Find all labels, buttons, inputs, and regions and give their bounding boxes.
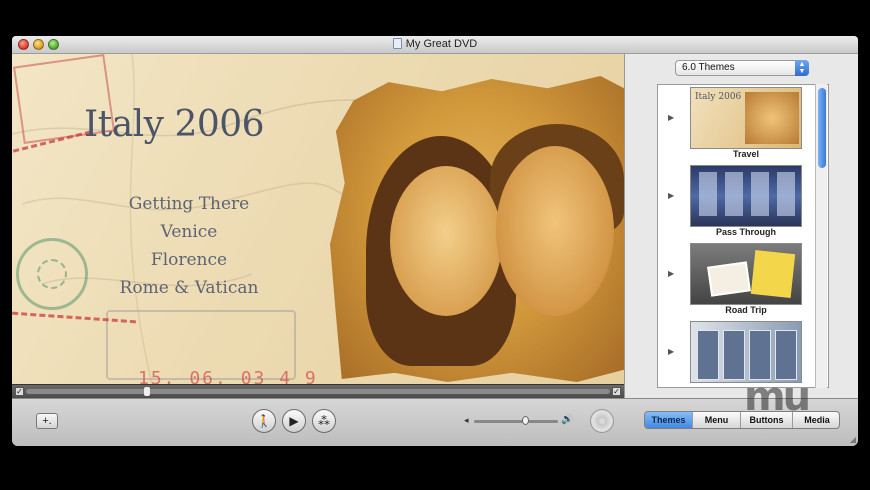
thumb-sticky-note: [750, 250, 796, 298]
theme-label-road-trip: Road Trip: [725, 305, 767, 315]
motion-button[interactable]: 🚶: [252, 409, 276, 433]
postmark-date: 15. 06. 03 4 9: [138, 368, 318, 384]
scrubber-track[interactable]: [26, 389, 610, 394]
menu-title[interactable]: Italy 2006: [84, 104, 265, 145]
theme-list[interactable]: ▶ Italy 2006 Travel ▶ Pass Through ▶ Roa…: [657, 84, 829, 388]
couple-photo[interactable]: [330, 76, 624, 382]
volume-high-icon: 🔊: [561, 414, 574, 425]
bottom-toolbar: +. 🚶 ▶ ⁂ ◂ 🔊 Themes Menu Buttons Media ◢: [12, 398, 858, 446]
themes-panel: 6.0 Themes ▲ ▼ ▶ Italy 2006 Travel ▶ Pas…: [624, 54, 858, 398]
play-button[interactable]: ▶: [282, 409, 306, 433]
theme-thumbnail-road-trip[interactable]: [690, 243, 802, 305]
tab-themes[interactable]: Themes: [645, 412, 693, 428]
top-letterbox: [0, 0, 870, 36]
theme-list-scrollbar[interactable]: [815, 84, 827, 388]
menu-items: Getting There Venice Florence Rome & Vat…: [104, 190, 274, 302]
thumb-photo: [745, 92, 799, 144]
volume-low-icon: ◂: [464, 415, 469, 425]
thumb-panel: [777, 172, 795, 216]
thumb-panel: [725, 172, 743, 216]
theme-item-road-trip[interactable]: ▶ Road Trip: [658, 241, 814, 319]
menu-item-rome-vatican[interactable]: Rome & Vatican: [104, 274, 274, 302]
map-button[interactable]: ⁂: [312, 409, 336, 433]
menu-item-venice[interactable]: Venice: [104, 218, 274, 246]
intro-checkbox[interactable]: ✓: [15, 387, 24, 396]
window-title-wrap: My Great DVD: [12, 38, 858, 50]
photo-face-left: [390, 166, 502, 316]
theme-set-popup[interactable]: 6.0 Themes ▲ ▼: [675, 60, 809, 76]
photo-face-right: [496, 146, 614, 316]
theme-item-pass-through[interactable]: ▶ Pass Through: [658, 163, 814, 241]
watermark-logo: mu: [744, 374, 811, 420]
thumb-photo-card: [707, 261, 751, 297]
thumb-pane: [749, 330, 771, 380]
menu-preview[interactable]: 15. 06. 03 4 9 Italy 2006 Getting There …: [12, 54, 624, 384]
outro-checkbox[interactable]: ✓: [612, 387, 621, 396]
resize-grip-icon[interactable]: ◢: [850, 435, 856, 444]
theme-set-label: 6.0 Themes: [682, 62, 735, 73]
thumb-pane: [775, 330, 797, 380]
volume-slider-knob[interactable]: [522, 416, 529, 425]
scrubber-knob[interactable]: [144, 387, 150, 396]
panel-tabs: Themes Menu Buttons Media: [644, 411, 840, 429]
thumb-pane: [723, 330, 745, 380]
theme-thumbnail-pass-through[interactable]: [690, 165, 802, 227]
theme-label-travel: Travel: [732, 149, 760, 159]
map-nodes-icon: ⁂: [318, 414, 330, 428]
scrollbar-thumb[interactable]: [818, 88, 826, 168]
play-icon: ▶: [289, 414, 299, 428]
thumb-title: Italy 2006: [695, 92, 742, 102]
disclosure-triangle-icon[interactable]: ▶: [668, 113, 674, 122]
immigration-stamp: [16, 238, 88, 310]
thumb-panel: [751, 172, 769, 216]
menu-item-florence[interactable]: Florence: [104, 246, 274, 274]
window-title: My Great DVD: [405, 38, 478, 50]
disclosure-triangle-icon[interactable]: ▶: [668, 347, 674, 356]
add-button[interactable]: +.: [36, 413, 58, 429]
theme-label-pass-through: Pass Through: [715, 227, 776, 237]
disclosure-triangle-icon[interactable]: ▶: [668, 191, 674, 200]
motion-scrubber[interactable]: ✓ ✓: [12, 384, 624, 398]
thumb-pane: [697, 330, 719, 380]
theme-thumbnail-travel[interactable]: Italy 2006: [690, 87, 802, 149]
bottom-letterbox: [0, 458, 870, 490]
disclosure-triangle-icon[interactable]: ▶: [668, 269, 674, 278]
burn-disc-button[interactable]: [590, 409, 614, 433]
idvd-window: My Great DVD 15. 06. 03 4 9 Italy 2006 G…: [12, 36, 858, 446]
walking-figure-icon: 🚶: [256, 414, 272, 428]
popup-arrows-icon: ▲ ▼: [795, 60, 809, 76]
menu-item-getting-there[interactable]: Getting There: [104, 190, 274, 218]
tab-menu[interactable]: Menu: [693, 412, 741, 428]
title-bar[interactable]: My Great DVD: [12, 36, 858, 54]
volume-slider[interactable]: [474, 420, 558, 423]
immigration-stamp-inner: [37, 259, 67, 289]
theme-item-travel[interactable]: ▶ Italy 2006 Travel: [658, 85, 814, 163]
thumb-panel: [699, 172, 717, 216]
document-icon: [392, 38, 402, 49]
